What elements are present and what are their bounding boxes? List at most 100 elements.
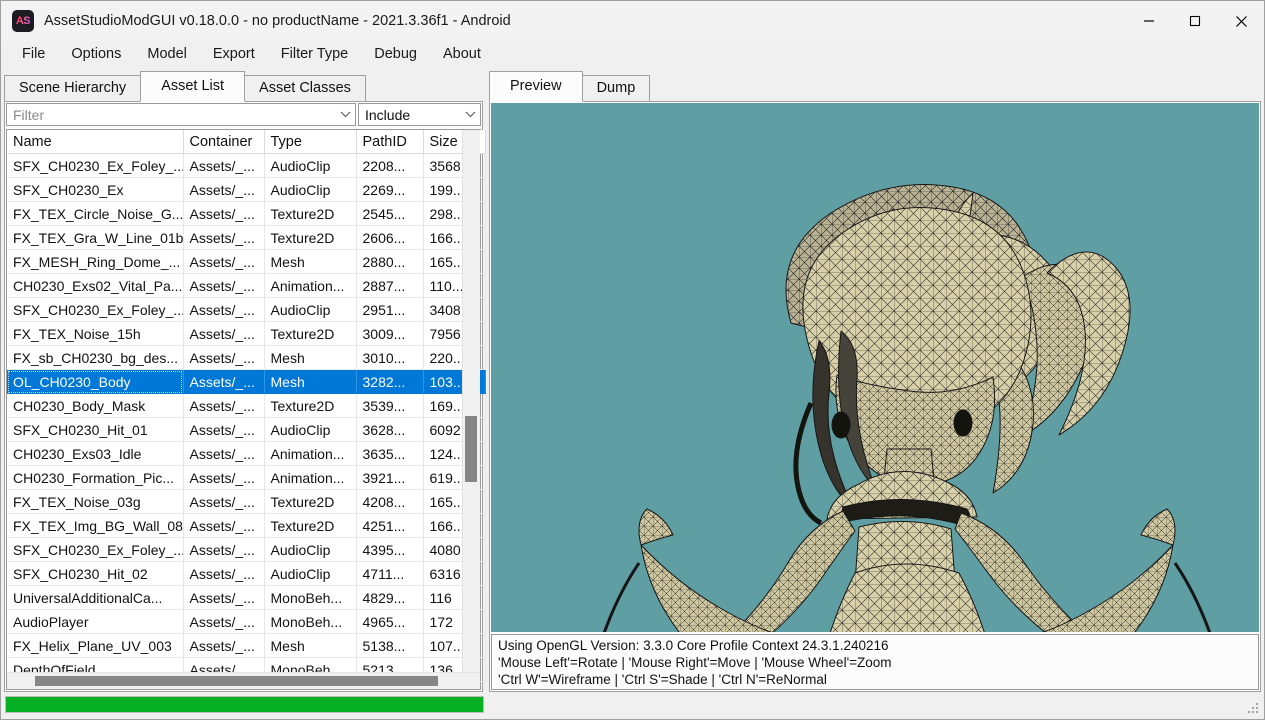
column-header-type[interactable]: Type xyxy=(264,130,357,154)
cell-name: SFX_CH0230_Ex xyxy=(7,177,184,202)
cell-container: Assets/_... xyxy=(183,633,265,658)
progress-bar xyxy=(5,695,484,713)
chevron-down-icon[interactable] xyxy=(460,111,480,118)
table-row[interactable]: CH0230_Formation_Pic... Assets/_... Animat… xyxy=(7,465,486,490)
column-header-pathid[interactable]: PathID xyxy=(356,130,424,154)
cell-name: FX_TEX_Noise_15h xyxy=(7,321,184,346)
column-header-name[interactable]: Name xyxy=(7,130,184,154)
minimize-button[interactable] xyxy=(1126,1,1172,41)
cell-name: OL_CH0230_Body xyxy=(7,369,184,394)
table-row[interactable]: SFX_CH0230_Ex_Foley_... Assets/_... AudioC… xyxy=(7,153,486,178)
resize-grip-icon[interactable] xyxy=(1246,701,1258,713)
table-row[interactable]: SFX_CH0230_Hit_01 Assets/_... AudioClip 362… xyxy=(7,417,486,442)
cell-container: Assets/_... xyxy=(183,489,265,514)
table-row[interactable]: FX_sb_CH0230_bg_des... Assets/_... Mesh 301… xyxy=(7,345,486,370)
status-line-shortcut: 'Ctrl W'=Wireframe | 'Ctrl S'=Shade | 'C… xyxy=(498,672,827,687)
window-title: AssetStudioModGUI v0.18.0.0 - no product… xyxy=(44,13,511,29)
cell-name: SFX_CH0230_Ex_Foley_... xyxy=(7,537,184,562)
table-row[interactable]: FX_TEX_Circle_Noise_G... Assets/_... Textu… xyxy=(7,201,486,226)
cell-type: Texture2D xyxy=(264,393,357,418)
cell-container: Assets/_... xyxy=(183,585,265,610)
tab-asset-list[interactable]: Asset List xyxy=(140,71,246,102)
cell-type: Texture2D xyxy=(264,225,357,250)
cell-pathid: 2880... xyxy=(356,249,424,274)
menu-file[interactable]: File xyxy=(9,43,58,66)
filter-mode-select[interactable]: Include xyxy=(358,103,481,126)
cell-pathid: 4251... xyxy=(356,513,424,538)
filter-input[interactable]: Filter xyxy=(6,103,356,126)
cell-pathid: 3282... xyxy=(356,369,424,394)
table-row[interactable]: FX_MESH_Ring_Dome_... Assets/_... Mesh 2880… xyxy=(7,249,486,274)
asset-table: Name Container Type PathID Size SFX_CH02… xyxy=(7,130,486,682)
cell-pathid: 5138... xyxy=(356,633,424,658)
cell-pathid: 2606... xyxy=(356,225,424,250)
table-row[interactable]: FX_TEX_Noise_15h Assets/_... Texture2D 3009… xyxy=(7,321,486,346)
tab-preview[interactable]: Preview xyxy=(489,71,583,102)
menu-debug[interactable]: Debug xyxy=(361,43,430,66)
column-header-container[interactable]: Container xyxy=(183,130,265,154)
cell-name: FX_TEX_Img_BG_Wall_08 xyxy=(7,513,184,538)
table-row[interactable]: FX_TEX_Gra_W_Line_01b Assets/_... Texture2… xyxy=(7,225,486,250)
close-button[interactable] xyxy=(1218,1,1264,41)
cell-type: Texture2D xyxy=(264,201,357,226)
menu-about[interactable]: About xyxy=(430,43,494,66)
cell-type: Texture2D xyxy=(264,513,357,538)
asset-tab-strip: Scene Hierarchy Asset List Asset Classes xyxy=(4,69,483,102)
menu-options[interactable]: Options xyxy=(58,43,134,66)
cell-pathid: 3628... xyxy=(356,417,424,442)
cell-container: Assets/_... xyxy=(183,537,265,562)
menu-export[interactable]: Export xyxy=(200,43,268,66)
table-row[interactable]: FX_Helix_Plane_UV_003 Assets/_... Mesh 5138… xyxy=(7,633,486,658)
table-row[interactable]: OL_CH0230_Body Assets/_... Mesh 3282... 103.… xyxy=(7,369,486,394)
menu-model[interactable]: Model xyxy=(134,43,200,66)
status-message-box: Using OpenGL Version: 3.3.0 Core Profile… xyxy=(491,634,1259,690)
cell-pathid: 2887... xyxy=(356,273,424,298)
table-row[interactable]: SFX_CH0230_Ex Assets/_... AudioClip 2269...… xyxy=(7,177,486,202)
asset-grid-inner: Name Container Type PathID Size SFX_CH02… xyxy=(7,130,486,682)
maximize-button[interactable] xyxy=(1172,1,1218,41)
horizontal-scrollbar[interactable] xyxy=(7,672,480,689)
table-row[interactable]: FX_TEX_Img_BG_Wall_08 Assets/_... Texture2… xyxy=(7,513,486,538)
chevron-down-icon[interactable] xyxy=(335,111,355,118)
opengl-viewport[interactable] xyxy=(491,103,1259,632)
table-row[interactable]: UniversalAdditionalCa... Assets/_... MonoB… xyxy=(7,585,486,610)
table-row[interactable]: CH0230_Exs02_Vital_Pa... Assets/_... Anima… xyxy=(7,273,486,298)
cell-type: Texture2D xyxy=(264,489,357,514)
cell-pathid: 3921... xyxy=(356,465,424,490)
table-row[interactable]: CH0230_Body_Mask Assets/_... Texture2D 3539… xyxy=(7,393,486,418)
cell-name: CH0230_Exs03_Idle xyxy=(7,441,184,466)
menu-filter-type[interactable]: Filter Type xyxy=(268,43,361,66)
table-row[interactable]: CH0230_Exs03_Idle Assets/_... Animation...… xyxy=(7,441,486,466)
tab-dump[interactable]: Dump xyxy=(581,75,651,102)
cell-pathid: 4965... xyxy=(356,609,424,634)
cell-container: Assets/_... xyxy=(183,321,265,346)
maximize-icon xyxy=(1189,15,1201,27)
cell-type: AudioClip xyxy=(264,153,357,178)
close-icon xyxy=(1235,15,1247,27)
cell-container: Assets/_... xyxy=(183,465,265,490)
table-row[interactable]: SFX_CH0230_Ex_Foley_... Assets/_... AudioC… xyxy=(7,297,486,322)
model-wireframe xyxy=(602,184,1212,632)
table-row[interactable]: SFX_CH0230_Hit_02 Assets/_... AudioClip 471… xyxy=(7,561,486,586)
cell-container: Assets/_... xyxy=(183,561,265,586)
vertical-scrollbar-thumb[interactable] xyxy=(465,416,477,482)
cell-pathid: 2545... xyxy=(356,201,424,226)
cell-type: Animation... xyxy=(264,465,357,490)
cell-name: FX_MESH_Ring_Dome_... xyxy=(7,249,184,274)
table-row[interactable]: AudioPlayer Assets/_... MonoBeh... 4965... 1… xyxy=(7,609,486,634)
app-logo-icon: AS xyxy=(12,10,34,32)
main-content: Scene Hierarchy Asset List Asset Classes… xyxy=(1,69,1264,692)
cell-container: Assets/_... xyxy=(183,297,265,322)
cell-type: AudioClip xyxy=(264,561,357,586)
tab-scene-hierarchy[interactable]: Scene Hierarchy xyxy=(4,75,142,102)
vertical-scrollbar[interactable] xyxy=(462,130,480,672)
cell-name: FX_TEX_Noise_03g xyxy=(7,489,184,514)
horizontal-scrollbar-thumb[interactable] xyxy=(35,676,438,686)
cell-container: Assets/_... xyxy=(183,249,265,274)
preview-tab-strip: Preview Dump xyxy=(489,69,1261,102)
table-row[interactable]: FX_TEX_Noise_03g Assets/_... Texture2D 4208… xyxy=(7,489,486,514)
tab-asset-classes[interactable]: Asset Classes xyxy=(244,75,366,102)
filter-mode-value: Include xyxy=(365,106,411,123)
app-logo-text: AS xyxy=(15,15,31,27)
table-row[interactable]: SFX_CH0230_Ex_Foley_... Assets/_... AudioC… xyxy=(7,537,486,562)
